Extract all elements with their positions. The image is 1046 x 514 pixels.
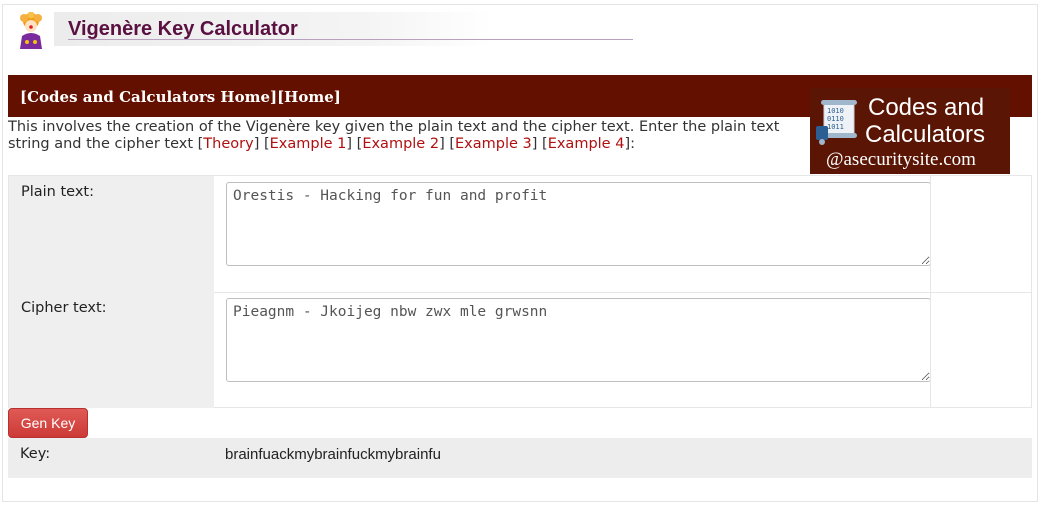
plain-text-row: Plain text: Orestis - Hacking for fun an… — [9, 176, 1031, 293]
intro-separator: ] [ — [439, 136, 455, 152]
nav-links[interactable]: [Codes and Calculators Home][Home] — [20, 88, 341, 106]
example-2-link[interactable]: Example 2 — [362, 136, 439, 152]
example-3-link[interactable]: Example 3 — [455, 136, 532, 152]
column-divider — [930, 176, 931, 292]
column-divider — [930, 292, 931, 408]
key-value: brainfuackmybrainfuckmybrainfu — [225, 446, 441, 463]
theory-link[interactable]: Theory — [203, 136, 253, 152]
clown-mascot-icon — [20, 12, 42, 49]
intro-separator: ] [ — [346, 136, 363, 152]
intro-paragraph: This involves the creation of the Vigenè… — [8, 119, 798, 153]
cipher-text-row: Cipher text: Pieagnm - Jkoijeg nbw zwx m… — [9, 292, 1031, 408]
example-4-link[interactable]: Example 4 — [548, 136, 625, 152]
example-1-link[interactable]: Example 1 — [270, 136, 347, 152]
plain-text-input[interactable]: Orestis - Hacking for fun and profit — [226, 182, 931, 266]
title-underline — [68, 39, 633, 40]
page-title: Vigenère Key Calculator — [68, 18, 298, 40]
intro-separator: ] [ — [531, 136, 548, 152]
plain-text-label: Plain text: — [21, 184, 94, 200]
site-logo[interactable]: 1010 0110 1011 Codes and Calculators @as… — [810, 88, 1010, 174]
cipher-text-input[interactable]: Pieagnm - Jkoijeg nbw zwx mle grwsnn — [226, 298, 931, 382]
cipher-text-label-cell: Cipher text: — [9, 292, 214, 408]
svg-text:1010: 1010 — [827, 107, 844, 115]
page-header: Vigenère Key Calculator — [14, 12, 634, 48]
key-result-row: Key: brainfuackmybrainfuckmybrainfu — [8, 438, 1032, 478]
intro-end: ]: — [624, 136, 635, 152]
gen-key-button[interactable]: Gen Key — [8, 408, 88, 438]
logo-line-1: Codes and — [868, 94, 985, 121]
key-label: Key: — [20, 446, 51, 462]
input-form-table: Plain text: Orestis - Hacking for fun an… — [8, 175, 1032, 408]
logo-line-2: Calculators — [865, 121, 986, 148]
intro-separator: ] [ — [253, 136, 270, 152]
binary-scroll-icon: 1010 0110 1011 — [816, 100, 857, 145]
plain-text-label-cell: Plain text: — [9, 176, 214, 292]
cipher-text-label: Cipher text: — [21, 300, 107, 316]
logo-line-3: @asecuritysite.com — [826, 149, 976, 170]
svg-text:0110: 0110 — [827, 115, 844, 123]
svg-text:1011: 1011 — [827, 123, 844, 131]
